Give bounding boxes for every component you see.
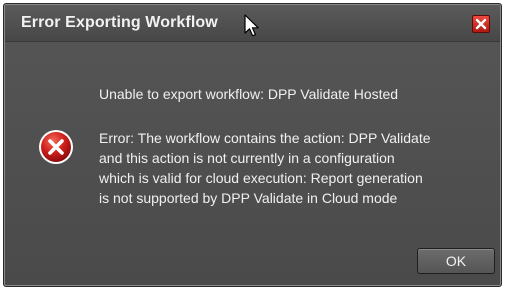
ok-button[interactable]: OK <box>417 248 495 274</box>
close-icon <box>475 18 487 30</box>
error-dialog: Error Exporting Workflow Unable to expor… <box>3 3 502 287</box>
dialog-title: Error Exporting Workflow <box>21 14 218 31</box>
close-button[interactable] <box>472 15 490 33</box>
error-detail-line: Error: The workflow contains the action:… <box>99 130 431 146</box>
error-detail-line: which is valid for cloud execution: Repo… <box>99 170 423 186</box>
error-detail-line: is not supported by DPP Validate in Clou… <box>99 190 398 206</box>
error-detail: Error: The workflow contains the action:… <box>99 128 489 208</box>
mouse-cursor-icon <box>244 14 259 37</box>
error-detail-line: and this action is not currently in a co… <box>99 150 395 166</box>
error-icon <box>39 130 73 164</box>
error-headline: Unable to export workflow: DPP Validate … <box>99 86 399 102</box>
